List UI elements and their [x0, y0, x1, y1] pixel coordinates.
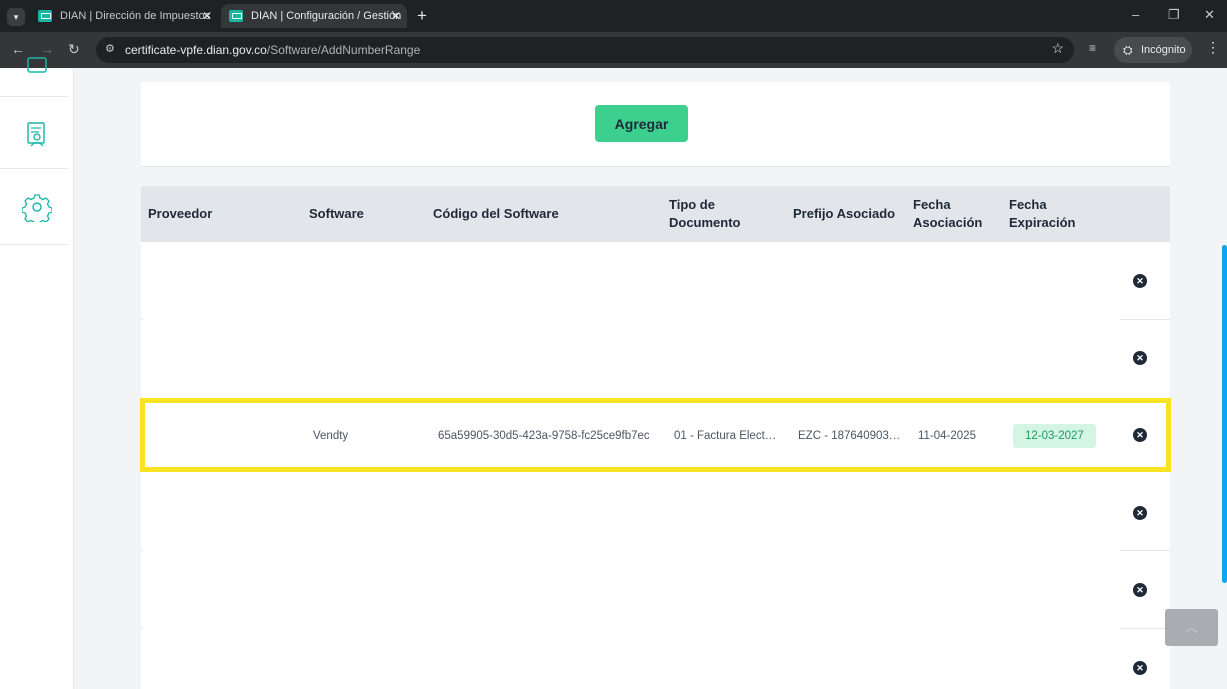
cell-software: Vendty: [313, 429, 349, 442]
close-tab-icon[interactable]: ✕: [202, 4, 212, 28]
main-content: Agregar Proveedor Software Código del So…: [74, 68, 1220, 689]
back-to-top-button[interactable]: ︿: [1165, 609, 1218, 646]
cell-tipo-documento: 01 - Factura Elect…: [674, 429, 777, 442]
sidebar-divider: [0, 96, 68, 97]
site-info-icon[interactable]: ⚙: [105, 42, 115, 55]
number-range-form-card: Agregar: [141, 82, 1170, 167]
tab-title: DIAN | Configuración / Gestión: [251, 10, 402, 22]
column-header-prefijo: Prefijo Asociado: [793, 206, 896, 221]
gear-icon[interactable]: [22, 192, 52, 222]
address-bar[interactable]: ⚙ certificate-vpfe.dian.gov.co/Software/…: [96, 37, 1074, 63]
table-header: Proveedor Software Código del Software T…: [141, 186, 1170, 242]
number-range-table: Proveedor Software Código del Software T…: [141, 186, 1170, 689]
restore-icon[interactable]: ❐: [1168, 7, 1180, 23]
table-row: ✕: [141, 551, 1170, 628]
back-icon[interactable]: ←: [11, 41, 25, 57]
sidebar-divider: [0, 244, 68, 245]
cell-fecha-expiracion: 12-03-2027: [1013, 397, 1096, 474]
bookmark-star-icon[interactable]: ☆: [1051, 40, 1064, 57]
sidebar-divider: [0, 168, 68, 169]
document-icon[interactable]: [22, 56, 52, 86]
cell-prefijo: EZC - 187640903…: [798, 429, 901, 442]
expiration-badge: 12-03-2027: [1013, 423, 1096, 448]
incognito-icon: ⛭: [1123, 43, 1133, 57]
table-row: ✕: [141, 474, 1170, 551]
browser-tab-bar: ▾ DIAN | Dirección de Impuestos ✕ DIAN |…: [0, 0, 1227, 32]
tab-dian-direccion[interactable]: DIAN | Dirección de Impuestos ✕: [30, 4, 218, 28]
column-header-codigo: Código del Software: [433, 206, 559, 221]
forward-icon[interactable]: →: [40, 41, 54, 57]
sidebar: [0, 57, 74, 689]
browser-menu-icon[interactable]: ⋮: [1206, 39, 1220, 56]
person-document-icon[interactable]: [22, 119, 52, 149]
minimize-icon[interactable]: –: [1132, 7, 1139, 22]
cell-codigo-software: 65a59905-30d5-423a-9758-fc25ce9fb7ec: [438, 429, 650, 442]
scrollbar-thumb[interactable]: [1222, 245, 1227, 583]
close-tab-icon[interactable]: ✕: [391, 4, 401, 28]
column-header-software: Software: [309, 206, 364, 221]
table-row: ✕: [141, 242, 1170, 319]
url-text: certificate-vpfe.dian.gov.co/Software/Ad…: [125, 43, 421, 57]
close-window-icon[interactable]: ✕: [1204, 7, 1215, 23]
reading-list-icon[interactable]: ≡: [1089, 41, 1096, 55]
tab-title: DIAN | Dirección de Impuestos: [60, 10, 211, 22]
remove-row-icon[interactable]: ✕: [1133, 583, 1147, 597]
column-header-tipo-documento: Tipo de Documento: [669, 197, 741, 230]
dian-favicon-icon: [38, 10, 52, 22]
remove-row-icon[interactable]: ✕: [1133, 428, 1147, 442]
reload-icon[interactable]: ↻: [68, 41, 80, 58]
tab-search-chevron-icon[interactable]: ▾: [7, 8, 25, 26]
tab-dian-configuracion[interactable]: DIAN | Configuración / Gestión ✕: [221, 4, 407, 28]
column-header-fecha-expiracion: Fecha Expiración: [1009, 197, 1076, 230]
cell-fecha-asociacion: 11-04-2025: [918, 429, 976, 442]
add-button[interactable]: Agregar: [595, 105, 688, 142]
browser-toolbar: ← → ↻ ⚙ certificate-vpfe.dian.gov.co/Sof…: [0, 32, 1227, 68]
new-tab-icon[interactable]: +: [417, 5, 427, 27]
table-row: ✕: [141, 629, 1170, 689]
table-row: ✕: [141, 319, 1170, 396]
remove-row-icon[interactable]: ✕: [1133, 351, 1147, 365]
table-row: Vendty 65a59905-30d5-423a-9758-fc25ce9fb…: [141, 397, 1170, 474]
remove-row-icon[interactable]: ✕: [1133, 274, 1147, 288]
column-header-fecha-asociacion: Fecha Asociación: [913, 197, 983, 230]
dian-favicon-icon: [229, 10, 243, 22]
incognito-indicator[interactable]: ⛭ Incógnito: [1114, 37, 1192, 63]
remove-row-icon[interactable]: ✕: [1133, 506, 1147, 520]
column-header-proveedor: Proveedor: [148, 206, 213, 221]
remove-row-icon[interactable]: ✕: [1133, 661, 1147, 675]
